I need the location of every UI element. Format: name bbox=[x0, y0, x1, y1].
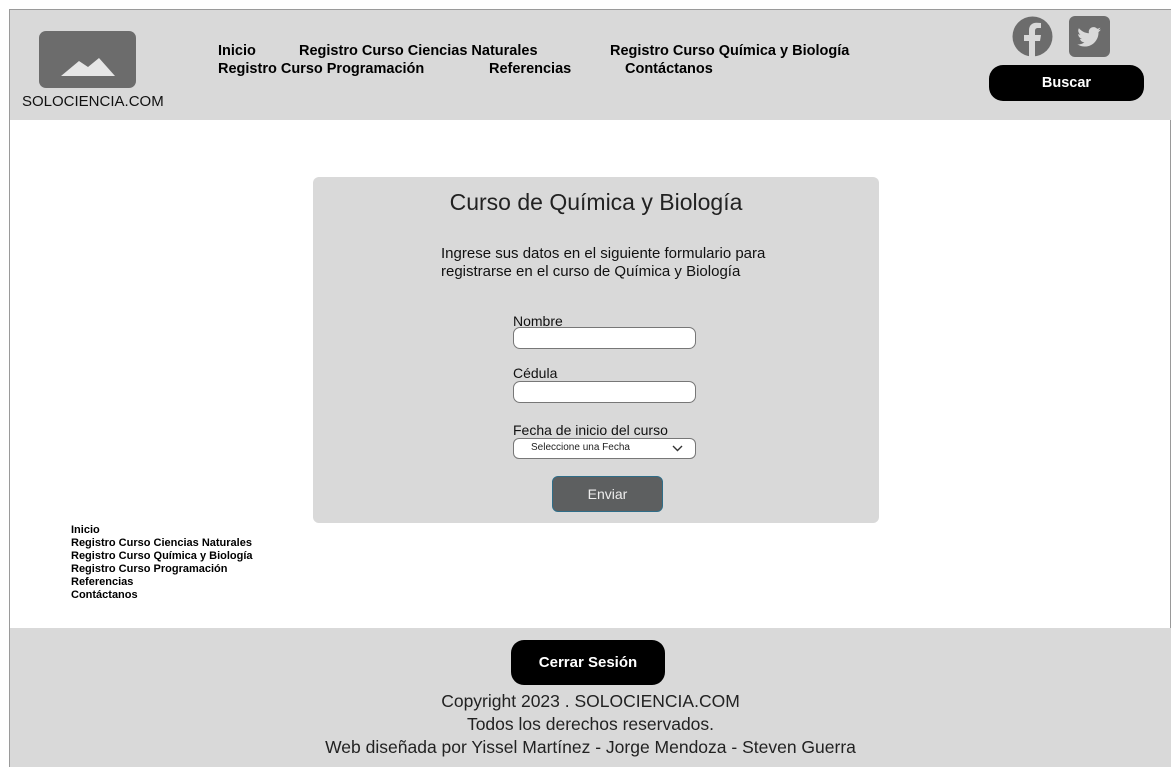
side-nav: Inicio Registro Curso Ciencias Naturales… bbox=[71, 524, 253, 602]
copyright-text: Copyright 2023 . SOLOCIENCIA.COM bbox=[441, 691, 740, 711]
nav-inicio[interactable]: Inicio bbox=[218, 43, 256, 59]
site-header: SOLOCIENCIA.COM Inicio Registro Curso Ci… bbox=[10, 10, 1171, 120]
form-title: Curso de Química y Biología bbox=[449, 189, 743, 215]
cedula-label: Cédula bbox=[513, 365, 558, 381]
registration-form-card: Curso de Química y Biología Ingrese sus … bbox=[313, 177, 879, 523]
chevron-down-icon bbox=[672, 445, 683, 452]
side-nav-contactanos[interactable]: Contáctanos bbox=[71, 589, 253, 602]
side-nav-registro-quimica-biologia[interactable]: Registro Curso Química y Biología bbox=[71, 550, 253, 563]
side-nav-inicio[interactable]: Inicio bbox=[71, 524, 253, 537]
logout-button[interactable]: Cerrar Sesión bbox=[511, 640, 665, 685]
side-nav-registro-ciencias-naturales[interactable]: Registro Curso Ciencias Naturales bbox=[71, 537, 253, 550]
side-nav-referencias[interactable]: Referencias bbox=[71, 576, 253, 589]
fecha-label: Fecha de inicio del curso bbox=[513, 422, 668, 438]
nav-contactanos[interactable]: Contáctanos bbox=[625, 61, 713, 77]
nav-registro-ciencias-naturales[interactable]: Registro Curso Ciencias Naturales bbox=[299, 43, 538, 59]
cedula-input[interactable] bbox=[513, 381, 696, 403]
submit-button[interactable]: Enviar bbox=[552, 476, 663, 512]
nombre-input[interactable] bbox=[513, 327, 696, 349]
form-description: Ingrese sus datos en el siguiente formul… bbox=[441, 245, 766, 280]
site-footer: Cerrar Sesión Copyright 2023 . SOLOCIENC… bbox=[10, 628, 1171, 767]
credits-text: Web diseñada por Yissel Martínez - Jorge… bbox=[325, 737, 856, 757]
fecha-select[interactable]: Seleccione una Fecha bbox=[513, 438, 696, 459]
nav-registro-quimica-biologia[interactable]: Registro Curso Química y Biología bbox=[610, 43, 849, 59]
search-button[interactable]: Buscar bbox=[989, 65, 1144, 101]
nav-referencias[interactable]: Referencias bbox=[489, 61, 571, 77]
fecha-select-value: Seleccione una Fecha bbox=[531, 442, 630, 453]
logo-image-icon[interactable] bbox=[39, 31, 136, 88]
site-name: SOLOCIENCIA.COM bbox=[22, 93, 164, 110]
side-nav-registro-programacion[interactable]: Registro Curso Programación bbox=[71, 563, 253, 576]
rights-text: Todos los derechos reservados. bbox=[466, 714, 715, 734]
twitter-icon[interactable] bbox=[1069, 16, 1110, 57]
nav-registro-programacion[interactable]: Registro Curso Programación bbox=[218, 61, 424, 77]
facebook-icon[interactable] bbox=[1012, 16, 1053, 57]
